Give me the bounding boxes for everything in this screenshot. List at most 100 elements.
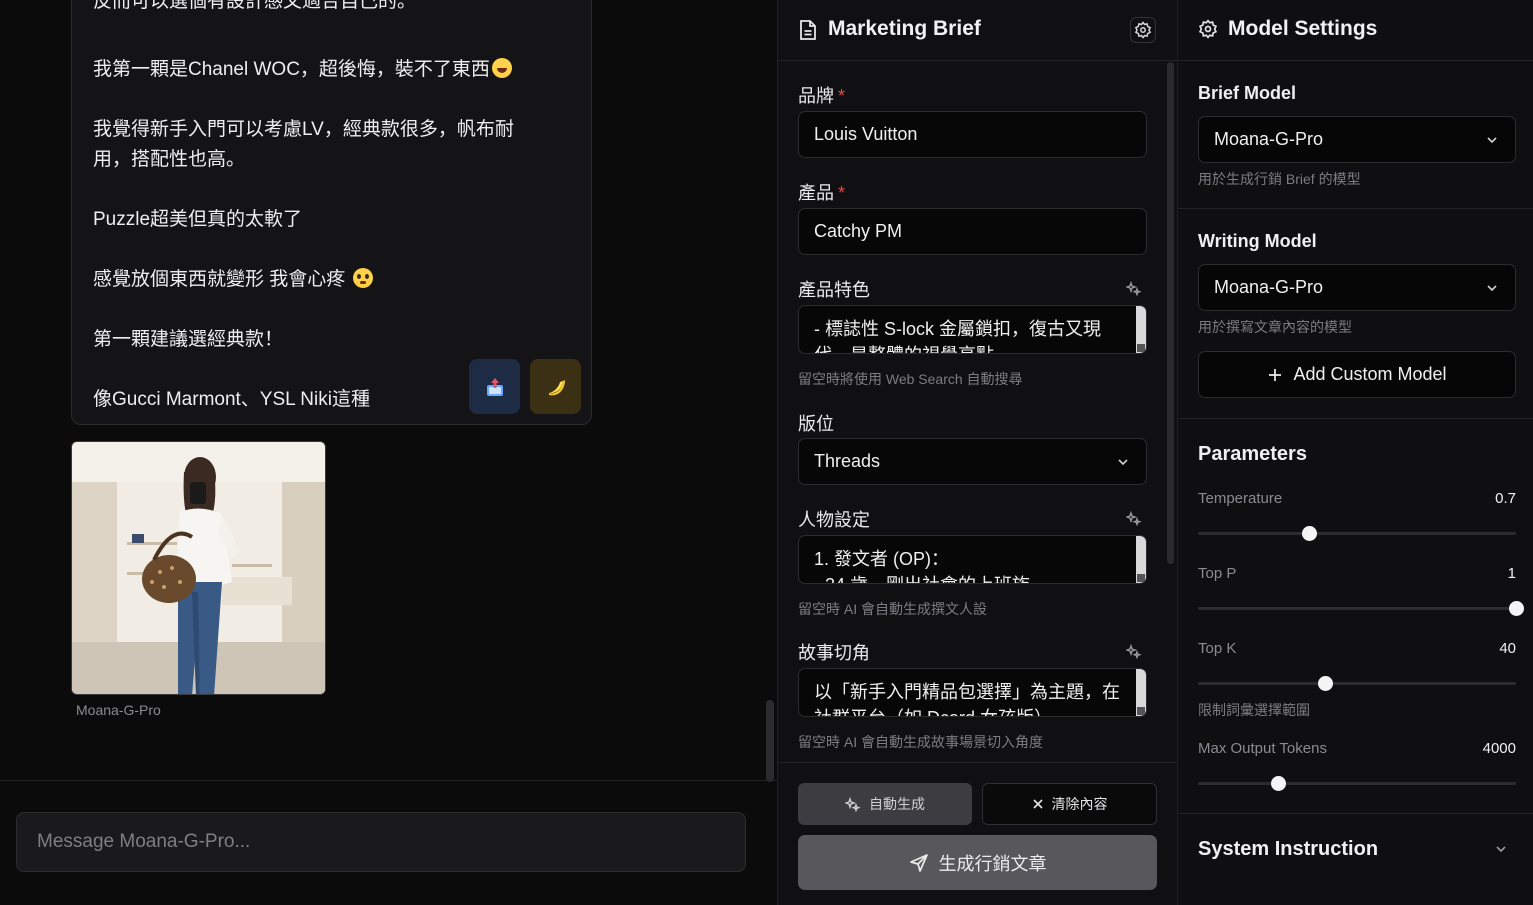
persona-label: 人物設定 (798, 510, 870, 530)
brand-label-text: 品牌 (798, 86, 834, 106)
slider-thumb[interactable] (1302, 526, 1318, 541)
gear-icon (1198, 19, 1218, 44)
attached-image[interactable] (71, 441, 326, 695)
app-root: 反而可以選個有設計感又適合自己的。 我第一顆是Chanel WOC，超後悔，裝不… (0, 0, 1533, 905)
placement-value: Threads (814, 451, 881, 471)
max-tokens-label: Max Output Tokens (1198, 740, 1327, 757)
message-line: Puzzle超美但真的太軟了 (93, 209, 303, 230)
required-mark: * (838, 86, 846, 106)
message-line: 第一顆建議選經典款！ (93, 329, 284, 350)
story-line: 社群平台（如 Dcard 女孩版） (814, 705, 1131, 716)
marketing-brief-panel: Marketing Brief 品牌 * Louis Vuitton 產品 * Ca… (777, 0, 1177, 905)
brief-header: Marketing Brief (778, 0, 1177, 61)
plus-icon (1269, 368, 1282, 381)
top-k-value: 40 (1499, 640, 1516, 657)
features-hint: 留空時將使用 Web Search 自動搜尋 (798, 371, 1023, 387)
slider-thumb[interactable] (1270, 776, 1286, 791)
share-icon (486, 377, 503, 396)
rofl-emoji-icon (491, 58, 512, 78)
resize-handle[interactable] (1137, 574, 1145, 582)
slider-thumb[interactable] (1318, 676, 1334, 691)
message-line: 用，搭配性也高。 (93, 149, 246, 170)
brief-model-label: Brief Model (1198, 83, 1297, 103)
brand-input[interactable]: Louis Vuitton (798, 111, 1147, 158)
divider (1178, 813, 1533, 814)
top-k-hint: 限制詞彙選擇範圍 (1198, 702, 1310, 718)
photo-woman-with-handbag (72, 442, 325, 694)
temperature-value: 0.7 (1495, 490, 1516, 507)
system-instruction-toggle[interactable]: System Instruction (1198, 838, 1378, 861)
chat-scrollbar[interactable] (766, 700, 774, 782)
divider (0, 780, 777, 781)
top-p-label: Top P (1198, 565, 1237, 582)
sparkle-icon (845, 796, 861, 812)
chevron-down-icon[interactable] (1494, 842, 1508, 856)
features-line: - 標誌性 S-lock 金屬鎖扣，復古又現 (814, 319, 1102, 339)
persona-textarea[interactable]: 1. 發文者 (OP)： - 24 歲，剛出社會的上班族 (798, 535, 1147, 584)
brief-settings-button[interactable] (1130, 17, 1156, 43)
required-mark: * (838, 183, 846, 203)
model-settings-panel: Model Settings Brief Model Moana-G-Pro 用… (1177, 0, 1533, 905)
features-textarea[interactable]: - 標誌性 S-lock 金屬鎖扣，復古又現 代，是整體的視覺亮點 (798, 305, 1147, 354)
clear-content-button[interactable]: 清除內容 (982, 783, 1157, 825)
sparkle-icon[interactable] (1126, 280, 1142, 296)
top-k-slider[interactable] (1198, 676, 1516, 691)
message-line: 我覺得新手入門可以考慮LV，經典款很多，帆布耐 (93, 119, 514, 140)
writing-model-value: Moana-G-Pro (1214, 277, 1324, 297)
settings-header: Model Settings (1178, 0, 1533, 61)
sparkle-icon[interactable] (1126, 643, 1142, 659)
writing-model-label: Writing Model (1198, 231, 1317, 251)
placement-label: 版位 (798, 414, 834, 434)
product-input[interactable]: Catchy PM (798, 208, 1147, 255)
generate-article-button[interactable]: 生成行銷文章 (798, 835, 1157, 890)
chevron-down-icon (1487, 285, 1497, 292)
message-line-text: 感覺放個東西就變形 我會心疼 (93, 269, 346, 290)
auto-generate-button[interactable]: 自動生成 (798, 783, 972, 825)
chat-panel: 反而可以選個有設計感又適合自己的。 我第一顆是Chanel WOC，超後悔，裝不… (0, 0, 777, 905)
features-label: 產品特色 (798, 280, 870, 300)
panel-title: Model Settings (1228, 17, 1378, 40)
add-custom-model-label: Add Custom Model (1293, 364, 1447, 384)
top-p-value: 1 (1507, 565, 1516, 582)
panel-title: Marketing Brief (828, 17, 981, 40)
gear-icon (1134, 21, 1152, 39)
story-line: 以「新手入門精品包選擇」為主題，在 (814, 682, 1120, 702)
banana-icon (548, 379, 565, 395)
resize-handle[interactable] (1137, 344, 1145, 352)
brief-scrollbar[interactable] (1167, 62, 1174, 564)
banana-button[interactable] (530, 359, 581, 414)
product-label: 產品 * (798, 179, 845, 205)
writing-model-select[interactable]: Moana-G-Pro (1198, 264, 1516, 311)
brief-model-hint: 用於生成行銷 Brief 的模型 (1198, 171, 1361, 187)
divider (1178, 418, 1533, 419)
message-input[interactable]: Message Moana-G-Pro... (16, 812, 746, 872)
chevron-down-icon (1487, 137, 1497, 144)
clear-content-label: 清除內容 (1051, 796, 1108, 812)
slider-thumb[interactable] (1509, 601, 1524, 616)
story-label: 故事切角 (798, 643, 870, 663)
generate-article-label: 生成行銷文章 (938, 853, 1047, 874)
writing-model-hint: 用於撰寫文章內容的模型 (1198, 319, 1352, 335)
message-line: 我第一顆是Chanel WOC，超後悔，裝不了東西 (93, 55, 563, 85)
auto-generate-label: 自動生成 (869, 796, 925, 812)
brief-model-select[interactable]: Moana-G-Pro (1198, 116, 1516, 163)
temperature-slider[interactable] (1198, 526, 1516, 541)
brief-model-value: Moana-G-Pro (1214, 129, 1324, 149)
persona-hint: 留空時 AI 會自動生成撰文人設 (798, 601, 988, 617)
divider (778, 762, 1177, 763)
add-custom-model-button[interactable]: Add Custom Model (1198, 351, 1516, 398)
brand-label: 品牌 * (798, 82, 845, 108)
product-label-text: 產品 (798, 183, 834, 203)
placement-select[interactable]: Threads (798, 438, 1147, 485)
image-caption: Moana-G-Pro (76, 702, 161, 718)
resize-handle[interactable] (1137, 707, 1145, 715)
persona-line: 1. 發文者 (OP)： (814, 549, 950, 569)
share-button[interactable] (469, 359, 520, 414)
parameters-title: Parameters (1198, 443, 1307, 465)
persona-line: - 24 歲，剛出社會的上班族 (814, 572, 1131, 583)
story-textarea[interactable]: 以「新手入門精品包選擇」為主題，在 社群平台（如 Dcard 女孩版） (798, 668, 1147, 717)
max-tokens-slider[interactable] (1198, 776, 1516, 791)
sparkle-icon[interactable] (1126, 510, 1142, 526)
chevron-down-icon (1118, 459, 1128, 466)
top-p-slider[interactable] (1198, 601, 1524, 616)
